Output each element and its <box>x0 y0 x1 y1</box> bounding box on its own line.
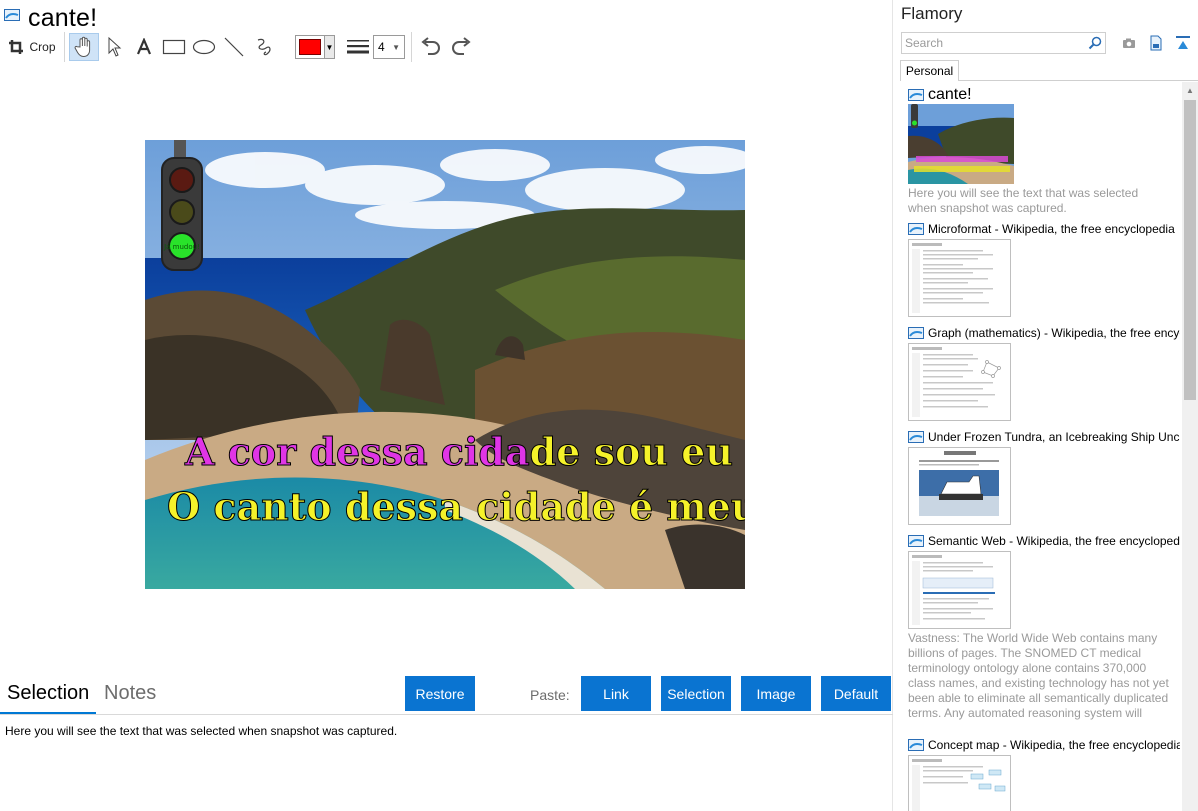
hand-tool-button[interactable] <box>69 33 99 61</box>
undo-button[interactable] <box>416 33 446 61</box>
cursor-arrow-icon <box>108 36 122 57</box>
color-swatch <box>299 39 321 55</box>
lyric-line-2: O canto dessa cidade é meu <box>167 484 745 529</box>
list-item-title: Concept map - Wikipedia, the free encycl… <box>928 737 1180 752</box>
freehand-tool-button[interactable] <box>249 33 279 61</box>
chevron-up-icon[interactable]: ▲ <box>1182 82 1198 98</box>
document-icon[interactable] <box>1147 34 1165 52</box>
list-item-title: Microformat - Wikipedia, the free encycl… <box>928 221 1175 236</box>
list-item-description: Vastness: The World Wide Web contains ma… <box>908 631 1169 723</box>
snapshot-icon <box>908 89 924 101</box>
snapshot-icon <box>908 430 924 443</box>
sidebar-scrollbar[interactable]: ▲ <box>1182 82 1198 811</box>
sidebar-title: Flamory <box>901 4 963 23</box>
redo-button[interactable] <box>446 33 476 61</box>
tab-selection[interactable]: Selection <box>7 682 89 705</box>
redo-icon <box>452 37 471 55</box>
rectangle-tool-button[interactable] <box>159 33 189 61</box>
crop-button[interactable]: Crop <box>4 33 60 61</box>
scrollbar-thumb[interactable] <box>1184 100 1196 400</box>
list-item[interactable]: Microformat - Wikipedia, the free encycl… <box>908 220 1180 317</box>
search-icon[interactable] <box>1085 33 1105 53</box>
list-item-title: cante! <box>928 86 972 103</box>
title-row: cante! <box>4 4 97 32</box>
stroke-width-value: 4 <box>378 40 385 54</box>
paste-image-button[interactable]: Image <box>741 676 811 711</box>
tab-notes[interactable]: Notes <box>104 682 156 705</box>
list-item-title: Semantic Web - Wikipedia, the free encyc… <box>928 533 1180 548</box>
list-item-thumbnail <box>908 343 1011 421</box>
annotation-toolbar: Crop ▼ 4 ▼ <box>4 32 476 62</box>
snapshot-icon <box>4 9 20 21</box>
collapse-icon[interactable] <box>1174 34 1192 52</box>
list-item-description: Here you will see the text that was sele… <box>908 186 1139 215</box>
list-item[interactable]: Concept map - Wikipedia, the free encycl… <box>908 736 1180 811</box>
list-item-title: Graph (mathematics) - Wikipedia, the fre… <box>928 325 1180 340</box>
text-icon <box>136 38 152 55</box>
paste-selection-button[interactable]: Selection <box>661 676 731 711</box>
line-width-icon <box>347 40 369 54</box>
list-item-thumbnail <box>908 104 1014 184</box>
restore-button[interactable]: Restore <box>405 676 475 711</box>
paste-link-button[interactable]: Link <box>581 676 651 711</box>
chevron-down-icon: ▼ <box>392 42 400 52</box>
stroke-width-picker[interactable]: 4 ▼ <box>347 35 405 59</box>
undo-icon <box>421 37 440 55</box>
tabs-divider <box>0 714 893 715</box>
list-item[interactable]: Graph (mathematics) - Wikipedia, the fre… <box>908 324 1180 421</box>
list-item-thumbnail <box>908 447 1011 525</box>
paste-default-button[interactable]: Default <box>821 676 891 711</box>
freehand-icon <box>257 38 271 56</box>
snapshot-image[interactable]: Já mudou! A cor dessa cidade sou eu O ca… <box>145 140 745 589</box>
paste-label: Paste: <box>530 687 570 703</box>
color-picker[interactable]: ▼ <box>295 35 335 59</box>
list-item-thumbnail <box>908 239 1011 317</box>
snapshot-icon <box>908 738 924 751</box>
lyric-line-1: A cor dessa cidade sou eu <box>184 429 733 474</box>
crop-label: Crop <box>29 40 56 54</box>
toolbar-divider <box>64 32 65 62</box>
line-tool-button[interactable] <box>219 33 249 61</box>
list-item-thumbnail <box>908 551 1011 629</box>
flamory-sidebar: Flamory Search Personal cante! Here you … <box>894 0 1198 811</box>
crop-icon <box>9 40 24 54</box>
bottom-tabs: Selection Notes Restore Paste: Link Sele… <box>0 676 893 716</box>
ellipse-icon <box>192 39 216 55</box>
snapshot-icon <box>908 326 924 339</box>
list-item[interactable]: Semantic Web - Wikipedia, the free encyc… <box>908 532 1180 723</box>
tab-baseline <box>959 80 1198 81</box>
pointer-tool-button[interactable] <box>99 33 129 61</box>
selection-text: Here you will see the text that was sele… <box>5 724 398 738</box>
stroke-width-select[interactable]: 4 ▼ <box>373 35 405 59</box>
traffic-light-label: Já mudou! <box>163 243 200 251</box>
tab-personal[interactable]: Personal <box>900 60 959 81</box>
list-item[interactable]: cante! Here you will see the text that w… <box>908 86 1180 216</box>
snapshot-icon <box>908 534 924 547</box>
list-item-thumbnail <box>908 755 1011 811</box>
list-item-title: Under Frozen Tundra, an Icebreaking Ship… <box>928 429 1180 444</box>
camera-icon[interactable] <box>1120 34 1138 52</box>
snapshot-icon <box>908 222 924 235</box>
search-input[interactable]: Search <box>901 32 1106 54</box>
line-icon <box>224 37 244 57</box>
text-tool-button[interactable] <box>129 33 159 61</box>
list-item[interactable]: Under Frozen Tundra, an Icebreaking Ship… <box>908 428 1180 525</box>
toolbar-divider <box>411 32 412 62</box>
snapshot-list: cante! Here you will see the text that w… <box>908 86 1180 811</box>
hand-icon <box>74 36 91 58</box>
rectangle-icon <box>162 39 186 55</box>
ellipse-tool-button[interactable] <box>189 33 219 61</box>
snapshot-title: cante! <box>28 3 98 32</box>
editor-pane: cante! Crop ▼ 4 ▼ Já mudou! A cor dessa … <box>0 0 893 811</box>
chevron-down-icon: ▼ <box>324 36 334 58</box>
search-placeholder: Search <box>905 36 944 50</box>
